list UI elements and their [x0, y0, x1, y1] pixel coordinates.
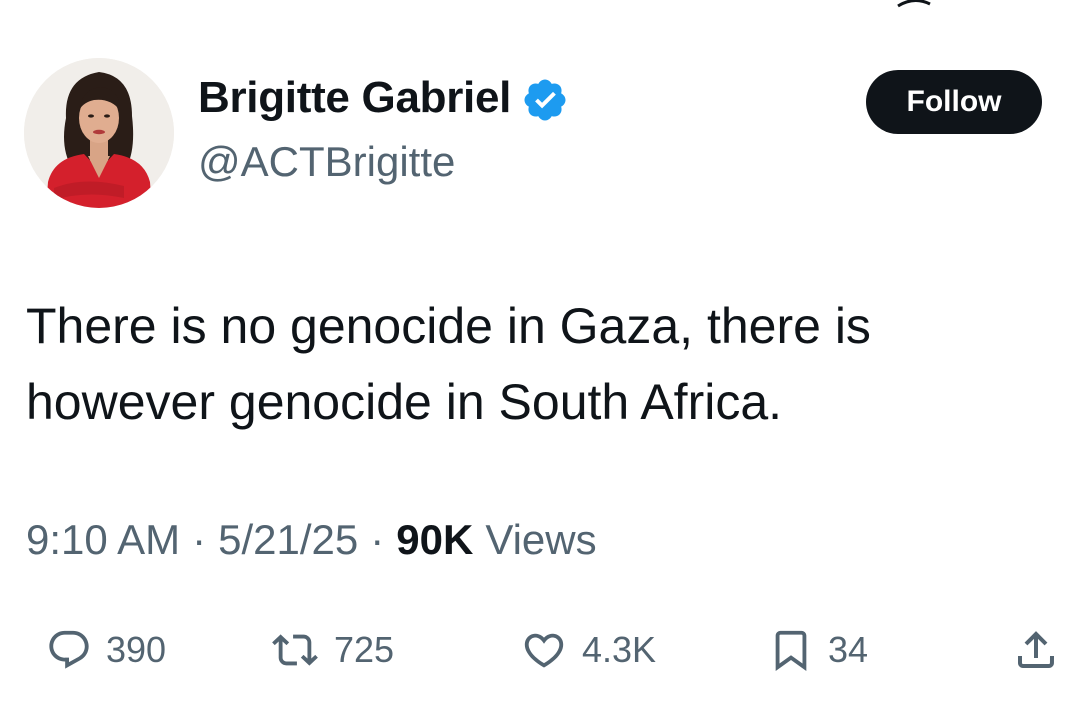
user-handle[interactable]: @ACTBrigitte [198, 138, 455, 186]
tweet-time[interactable]: 9:10 AM [26, 516, 180, 564]
views-label: Views [485, 516, 597, 563]
heart-icon [524, 633, 564, 668]
like-count: 4.3K [582, 629, 657, 670]
tweet-meta: 9:10 AM · 5/21/25 · 90K Views [26, 516, 597, 564]
reply-icon [49, 630, 89, 669]
share-icon [1018, 631, 1054, 668]
bookmark-button[interactable]: 34 [768, 620, 868, 680]
tweet-text: There is no genocide in Gaza, there is h… [26, 298, 885, 430]
avatar[interactable] [24, 58, 174, 208]
views-count: 90K [396, 516, 474, 563]
bookmark-icon [775, 630, 807, 671]
follow-button[interactable]: Follow [866, 70, 1042, 134]
like-button[interactable]: 4.3K [520, 620, 656, 680]
profile-photo [24, 58, 174, 208]
cropped-fragment [897, 0, 931, 8]
bookmark-count: 34 [828, 629, 869, 670]
repost-button[interactable]: 725 [270, 620, 394, 680]
action-bar: 390 725 4.3K 34 [0, 620, 1089, 680]
reply-count: 390 [106, 629, 167, 670]
meta-separator: · [192, 516, 207, 563]
meta-separator: · [370, 516, 385, 563]
verified-badge-icon[interactable] [521, 76, 569, 124]
display-name[interactable]: Brigitte Gabriel [198, 72, 569, 124]
reply-button[interactable]: 390 [46, 620, 166, 680]
display-name-text[interactable]: Brigitte Gabriel [198, 73, 511, 123]
tweet-date[interactable]: 5/21/25 [218, 516, 358, 564]
repost-icon [272, 634, 318, 666]
repost-count: 725 [334, 629, 395, 670]
share-button[interactable] [1012, 620, 1060, 680]
